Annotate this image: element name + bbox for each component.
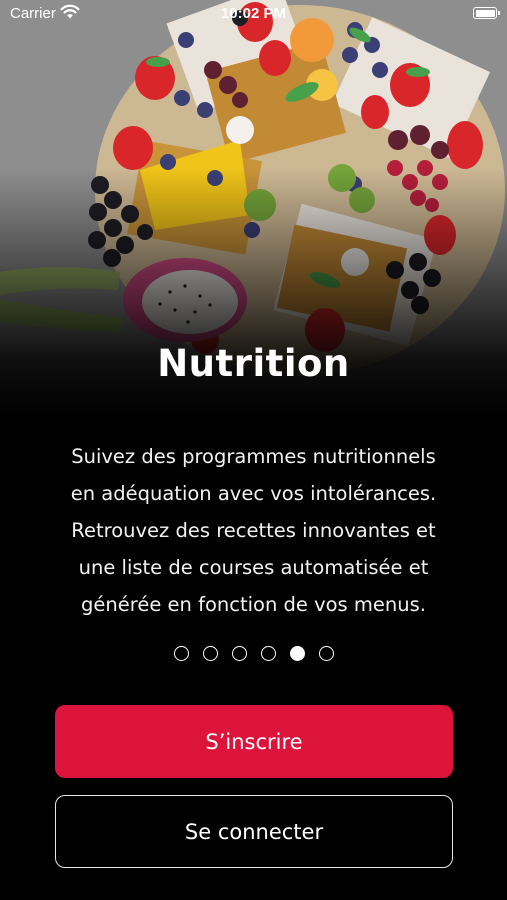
page-dot-active[interactable] [289, 646, 305, 661]
description-line: Retrouvez des recettes innovantes et [71, 519, 436, 542]
description-line: générée en fonction de vos menus. [81, 593, 426, 616]
onboarding-title: Nutrition [157, 342, 350, 385]
page-indicator[interactable] [0, 646, 507, 666]
login-button[interactable]: Se connecter [55, 795, 453, 868]
description-line: Suivez des programmes nutritionnels [71, 445, 436, 468]
page-dot[interactable] [202, 646, 218, 661]
description-line: une liste de courses automatisée et [78, 556, 429, 579]
description-line: en adéquation avec vos intolérances. [70, 482, 437, 505]
clock-time: 10:02 PM [220, 5, 287, 22]
page-dot[interactable] [260, 646, 276, 661]
page-dot[interactable] [173, 646, 189, 661]
onboarding-description: Suivez des programmes nutritionnels en a… [40, 438, 467, 623]
status-bar: Carrier 10:02 PM [0, 0, 507, 28]
signup-button[interactable]: S’inscrire [55, 705, 453, 778]
page-dot[interactable] [231, 646, 247, 661]
page-dot[interactable] [318, 646, 334, 661]
battery-icon [473, 7, 500, 19]
